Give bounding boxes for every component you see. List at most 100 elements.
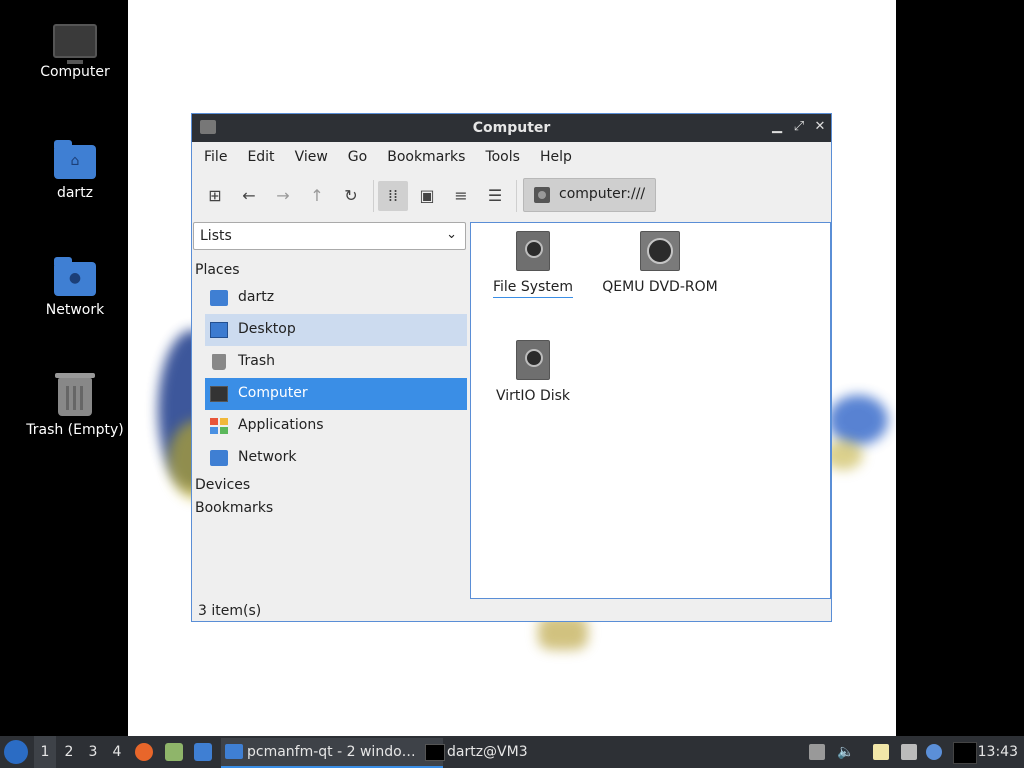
task-terminal[interactable]: dartz@VM3 [421, 738, 567, 766]
item-label: File System [492, 279, 574, 298]
place-computer[interactable]: Computer [205, 378, 467, 410]
applications-icon [210, 418, 228, 434]
up-arrow-icon[interactable]: ↑ [302, 181, 332, 211]
place-label: dartz [238, 289, 275, 305]
toolbar-separator [373, 180, 374, 212]
drive-icon [534, 187, 550, 203]
desktop-icon-computer[interactable]: Computer [20, 24, 130, 80]
minimize-icon[interactable]: ▁ [768, 118, 786, 136]
optical-drive-icon [640, 231, 680, 271]
network-folder-icon: ● [54, 257, 96, 296]
taskbar: 1 2 3 4 pcmanfm-qt - 2 windo… dartz@VM3 … [0, 736, 1024, 768]
place-trash[interactable]: Trash [205, 346, 467, 378]
monitor-icon [53, 24, 97, 64]
folder-view[interactable]: File System QEMU DVD-ROM VirtIO Disk [470, 222, 831, 599]
path-button[interactable]: computer:/// [523, 178, 656, 212]
menu-file[interactable]: File [194, 149, 237, 165]
item-virtio-disk[interactable]: VirtIO Disk [463, 340, 603, 404]
workspace-3[interactable]: 3 [82, 736, 104, 768]
updates-icon[interactable] [809, 744, 825, 760]
network-status-icon[interactable] [901, 744, 917, 760]
place-applications[interactable]: Applications [205, 410, 467, 442]
firefox-icon[interactable] [135, 743, 153, 761]
menu-bookmarks[interactable]: Bookmarks [377, 149, 475, 165]
maximize-icon[interactable]: ⤢ [790, 118, 808, 136]
side-pane-mode-value: Lists [200, 228, 232, 244]
place-dartz[interactable]: dartz [205, 282, 467, 314]
terminal-icon [425, 744, 445, 761]
network-folder-icon [210, 450, 228, 466]
desktop-icon-label: Computer [40, 64, 110, 80]
item-file-system[interactable]: File System [463, 231, 603, 298]
item-qemu-dvd-rom[interactable]: QEMU DVD-ROM [590, 231, 730, 295]
detailed-list-icon[interactable]: ☰ [480, 181, 510, 211]
devices-header[interactable]: Devices [195, 477, 250, 493]
close-icon[interactable]: ✕ [811, 118, 829, 136]
clock[interactable]: 13:43 [978, 736, 1018, 768]
title-bar[interactable]: Computer ▁ ⤢ ✕ [192, 114, 831, 142]
folder-icon [225, 744, 243, 759]
back-arrow-icon[interactable]: ← [234, 181, 264, 211]
task-label: dartz@VM3 [447, 744, 528, 760]
place-label: Applications [238, 417, 324, 433]
hard-disk-icon [516, 340, 550, 380]
start-menu-icon[interactable] [4, 740, 28, 764]
task-label: pcmanfm-qt - 2 windo… [247, 744, 416, 760]
clipboard-icon[interactable] [873, 744, 889, 760]
menu-tools[interactable]: Tools [475, 149, 530, 165]
workspace-4[interactable]: 4 [106, 736, 128, 768]
icon-view-icon[interactable]: ⁞⁞ [378, 181, 408, 211]
volume-icon[interactable]: 🔈 [837, 744, 854, 760]
thumbnail-view-icon[interactable]: ▣ [412, 181, 442, 211]
wallpaper-shape [828, 395, 888, 445]
desktop-icon-dartz[interactable]: ⌂ dartz [20, 140, 130, 201]
desktop-icon-label: Network [45, 302, 105, 318]
show-desktop-icon[interactable] [194, 743, 212, 761]
file-manager-window: Computer ▁ ⤢ ✕ File Edit View Go Bookmar… [191, 113, 832, 622]
side-pane-mode-select[interactable]: Lists ⌄ [193, 222, 466, 250]
window-title: Computer [472, 120, 551, 136]
item-label: VirtIO Disk [495, 388, 571, 404]
side-pane: Lists ⌄ Places dartz Desktop Trash Compu… [193, 222, 467, 598]
chevron-down-icon: ⌄ [446, 227, 457, 242]
desktop-icon-label: dartz [56, 185, 94, 201]
workspace-1[interactable]: 1 [34, 736, 56, 768]
menu-help[interactable]: Help [530, 149, 582, 165]
home-folder-icon [210, 290, 228, 306]
toolbar-separator [516, 180, 517, 212]
toolbar: ⊞ ← → ↑ ↻ ⁞⁞ ▣ ≡ ☰ computer:/// [192, 172, 831, 218]
item-label: QEMU DVD-ROM [602, 279, 718, 295]
place-label: Computer [238, 385, 308, 401]
reload-icon[interactable]: ↻ [336, 181, 366, 211]
status-bar: 3 item(s) [198, 603, 262, 619]
path-label: computer:/// [559, 186, 646, 202]
menu-go[interactable]: Go [338, 149, 377, 165]
new-tab-icon[interactable]: ⊞ [200, 181, 230, 211]
forward-arrow-icon[interactable]: → [268, 181, 298, 211]
desktop-icon-label: Trash (Empty) [26, 422, 124, 438]
place-label: Trash [238, 353, 275, 369]
desktop-icon [210, 322, 228, 338]
task-pcmanfm[interactable]: pcmanfm-qt - 2 windo… [221, 738, 443, 768]
menu-edit[interactable]: Edit [237, 149, 284, 165]
hard-disk-icon [516, 231, 550, 271]
cpu-monitor-icon[interactable] [953, 742, 977, 764]
home-folder-icon: ⌂ [54, 140, 96, 179]
places-header[interactable]: Places [195, 262, 240, 278]
menu-bar: File Edit View Go Bookmarks Tools Help [192, 142, 831, 172]
place-label: Network [238, 449, 297, 465]
workspace-2[interactable]: 2 [58, 736, 80, 768]
file-manager-launcher-icon[interactable] [165, 743, 183, 761]
menu-view[interactable]: View [285, 149, 338, 165]
desktop-icon-network[interactable]: ● Network [20, 257, 130, 318]
notification-icon[interactable] [926, 744, 942, 760]
place-label: Desktop [238, 321, 296, 337]
computer-icon [210, 386, 228, 402]
place-network[interactable]: Network [205, 442, 467, 474]
compact-view-icon[interactable]: ≡ [446, 181, 476, 211]
place-desktop[interactable]: Desktop [205, 314, 467, 346]
trash-icon [212, 354, 226, 370]
desktop-icon-trash[interactable]: Trash (Empty) [20, 373, 130, 438]
bookmarks-header[interactable]: Bookmarks [195, 500, 273, 516]
trash-icon [55, 373, 95, 416]
